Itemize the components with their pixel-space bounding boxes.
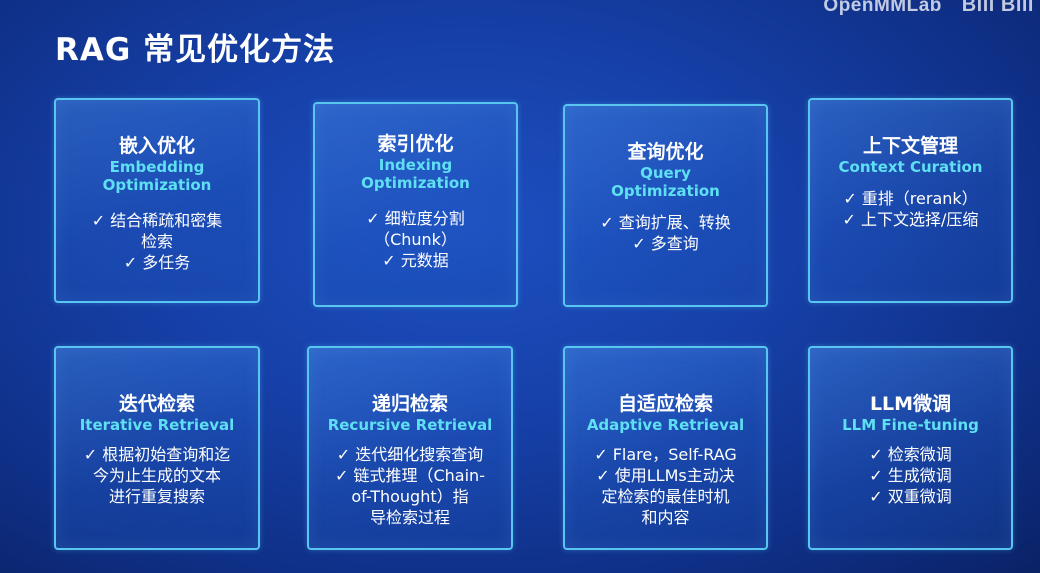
watermark-bilibili-logo: Bili Bili xyxy=(961,0,1034,16)
card-title: LLM微调 xyxy=(869,393,952,415)
card-item: ✓ 结合稀疏和密集 xyxy=(91,211,223,230)
card-item: ✓ 细粒度分割 xyxy=(366,209,465,228)
card-subtitle-line: Optimization xyxy=(611,182,720,200)
card-item: ✓ 检索微调 xyxy=(869,445,952,464)
card-subtitle-line: Context Curation xyxy=(838,158,983,176)
card-item: ✓ 双重微调 xyxy=(869,487,952,506)
card-item: ✓ 查询扩展、转换 xyxy=(600,213,731,232)
card-item: （Chunk） xyxy=(374,230,457,249)
card-item: ✓ 迭代细化搜索查询 xyxy=(336,445,484,464)
card-item: 和内容 xyxy=(641,508,690,527)
card-subtitle-line: Embedding xyxy=(109,158,205,176)
card-title: 索引优化 xyxy=(377,133,454,155)
card-item: ✓ 重排（rerank） xyxy=(843,189,978,208)
card-item: ✓ Flare，Self-RAG xyxy=(594,445,737,464)
card-item: ✓ 使用LLMs主动决 xyxy=(596,466,735,485)
card-item: ✓ 链式推理（Chain- xyxy=(335,466,485,485)
card-item: 导检索过程 xyxy=(369,508,450,527)
card-item: ✓ 上下文选择/压缩 xyxy=(842,210,979,229)
card-recursive-retrieval: 递归检索 Recursive Retrieval ✓ 迭代细化搜索查询 ✓ 链式… xyxy=(307,346,513,550)
card-title: 自适应检索 xyxy=(617,393,713,415)
card-subtitle-line: Adaptive Retrieval xyxy=(586,416,745,434)
card-title: 迭代检索 xyxy=(118,393,195,415)
card-context-curation: 上下文管理 Context Curation ✓ 重排（rerank） ✓ 上下… xyxy=(808,98,1013,303)
card-item: ✓ 元数据 xyxy=(382,251,449,270)
card-subtitle-line: Optimization xyxy=(361,174,470,192)
card-subtitle-line: Indexing xyxy=(378,156,453,174)
card-llm-fine-tuning: LLM微调 LLM Fine-tuning ✓ 检索微调 ✓ 生成微调 ✓ 双重… xyxy=(808,346,1013,550)
card-item: ✓ 根据初始查询和迄 xyxy=(83,445,231,464)
card-item: ✓ 多任务 xyxy=(123,253,191,272)
card-subtitle-line: LLM Fine-tuning xyxy=(842,416,979,434)
card-item: 检索 xyxy=(140,232,173,251)
card-title: 递归检索 xyxy=(371,393,448,415)
card-title: 查询优化 xyxy=(627,141,704,163)
card-item: 定检索的最佳时机 xyxy=(601,487,730,506)
card-item: of-Thought）指 xyxy=(351,487,469,506)
card-indexing-optimization: 索引优化 Indexing Optimization ✓ 细粒度分割 （Chun… xyxy=(313,102,518,307)
card-subtitle-line: Query xyxy=(640,164,691,182)
card-adaptive-retrieval: 自适应检索 Adaptive Retrieval ✓ Flare，Self-RA… xyxy=(563,346,768,550)
card-query-optimization: 查询优化 Query Optimization ✓ 查询扩展、转换 ✓ 多查询 xyxy=(563,104,768,307)
watermark-openmmlab: OpenMMLab xyxy=(823,0,942,16)
watermark: OpenMMLab Bili Bili xyxy=(823,0,1034,17)
card-iterative-retrieval: 迭代检索 Iterative Retrieval ✓ 根据初始查询和迄 今为止生… xyxy=(54,346,260,550)
card-subtitle-line: Recursive Retrieval xyxy=(327,416,493,434)
card-item: ✓ 多查询 xyxy=(632,234,699,253)
card-title: 上下文管理 xyxy=(862,135,958,157)
slide-title: RAG 常见优化方法 xyxy=(55,32,336,68)
card-embedding-optimization: 嵌入优化 Embedding Optimization ✓ 结合稀疏和密集 检索… xyxy=(54,98,260,303)
card-item: 进行重复搜索 xyxy=(108,487,205,506)
card-title: 嵌入优化 xyxy=(118,135,195,157)
card-subtitle-line: Optimization xyxy=(102,176,212,194)
card-item: ✓ 生成微调 xyxy=(869,466,952,485)
card-subtitle-line: Iterative Retrieval xyxy=(79,416,235,434)
card-item: 今为止生成的文本 xyxy=(92,466,221,485)
